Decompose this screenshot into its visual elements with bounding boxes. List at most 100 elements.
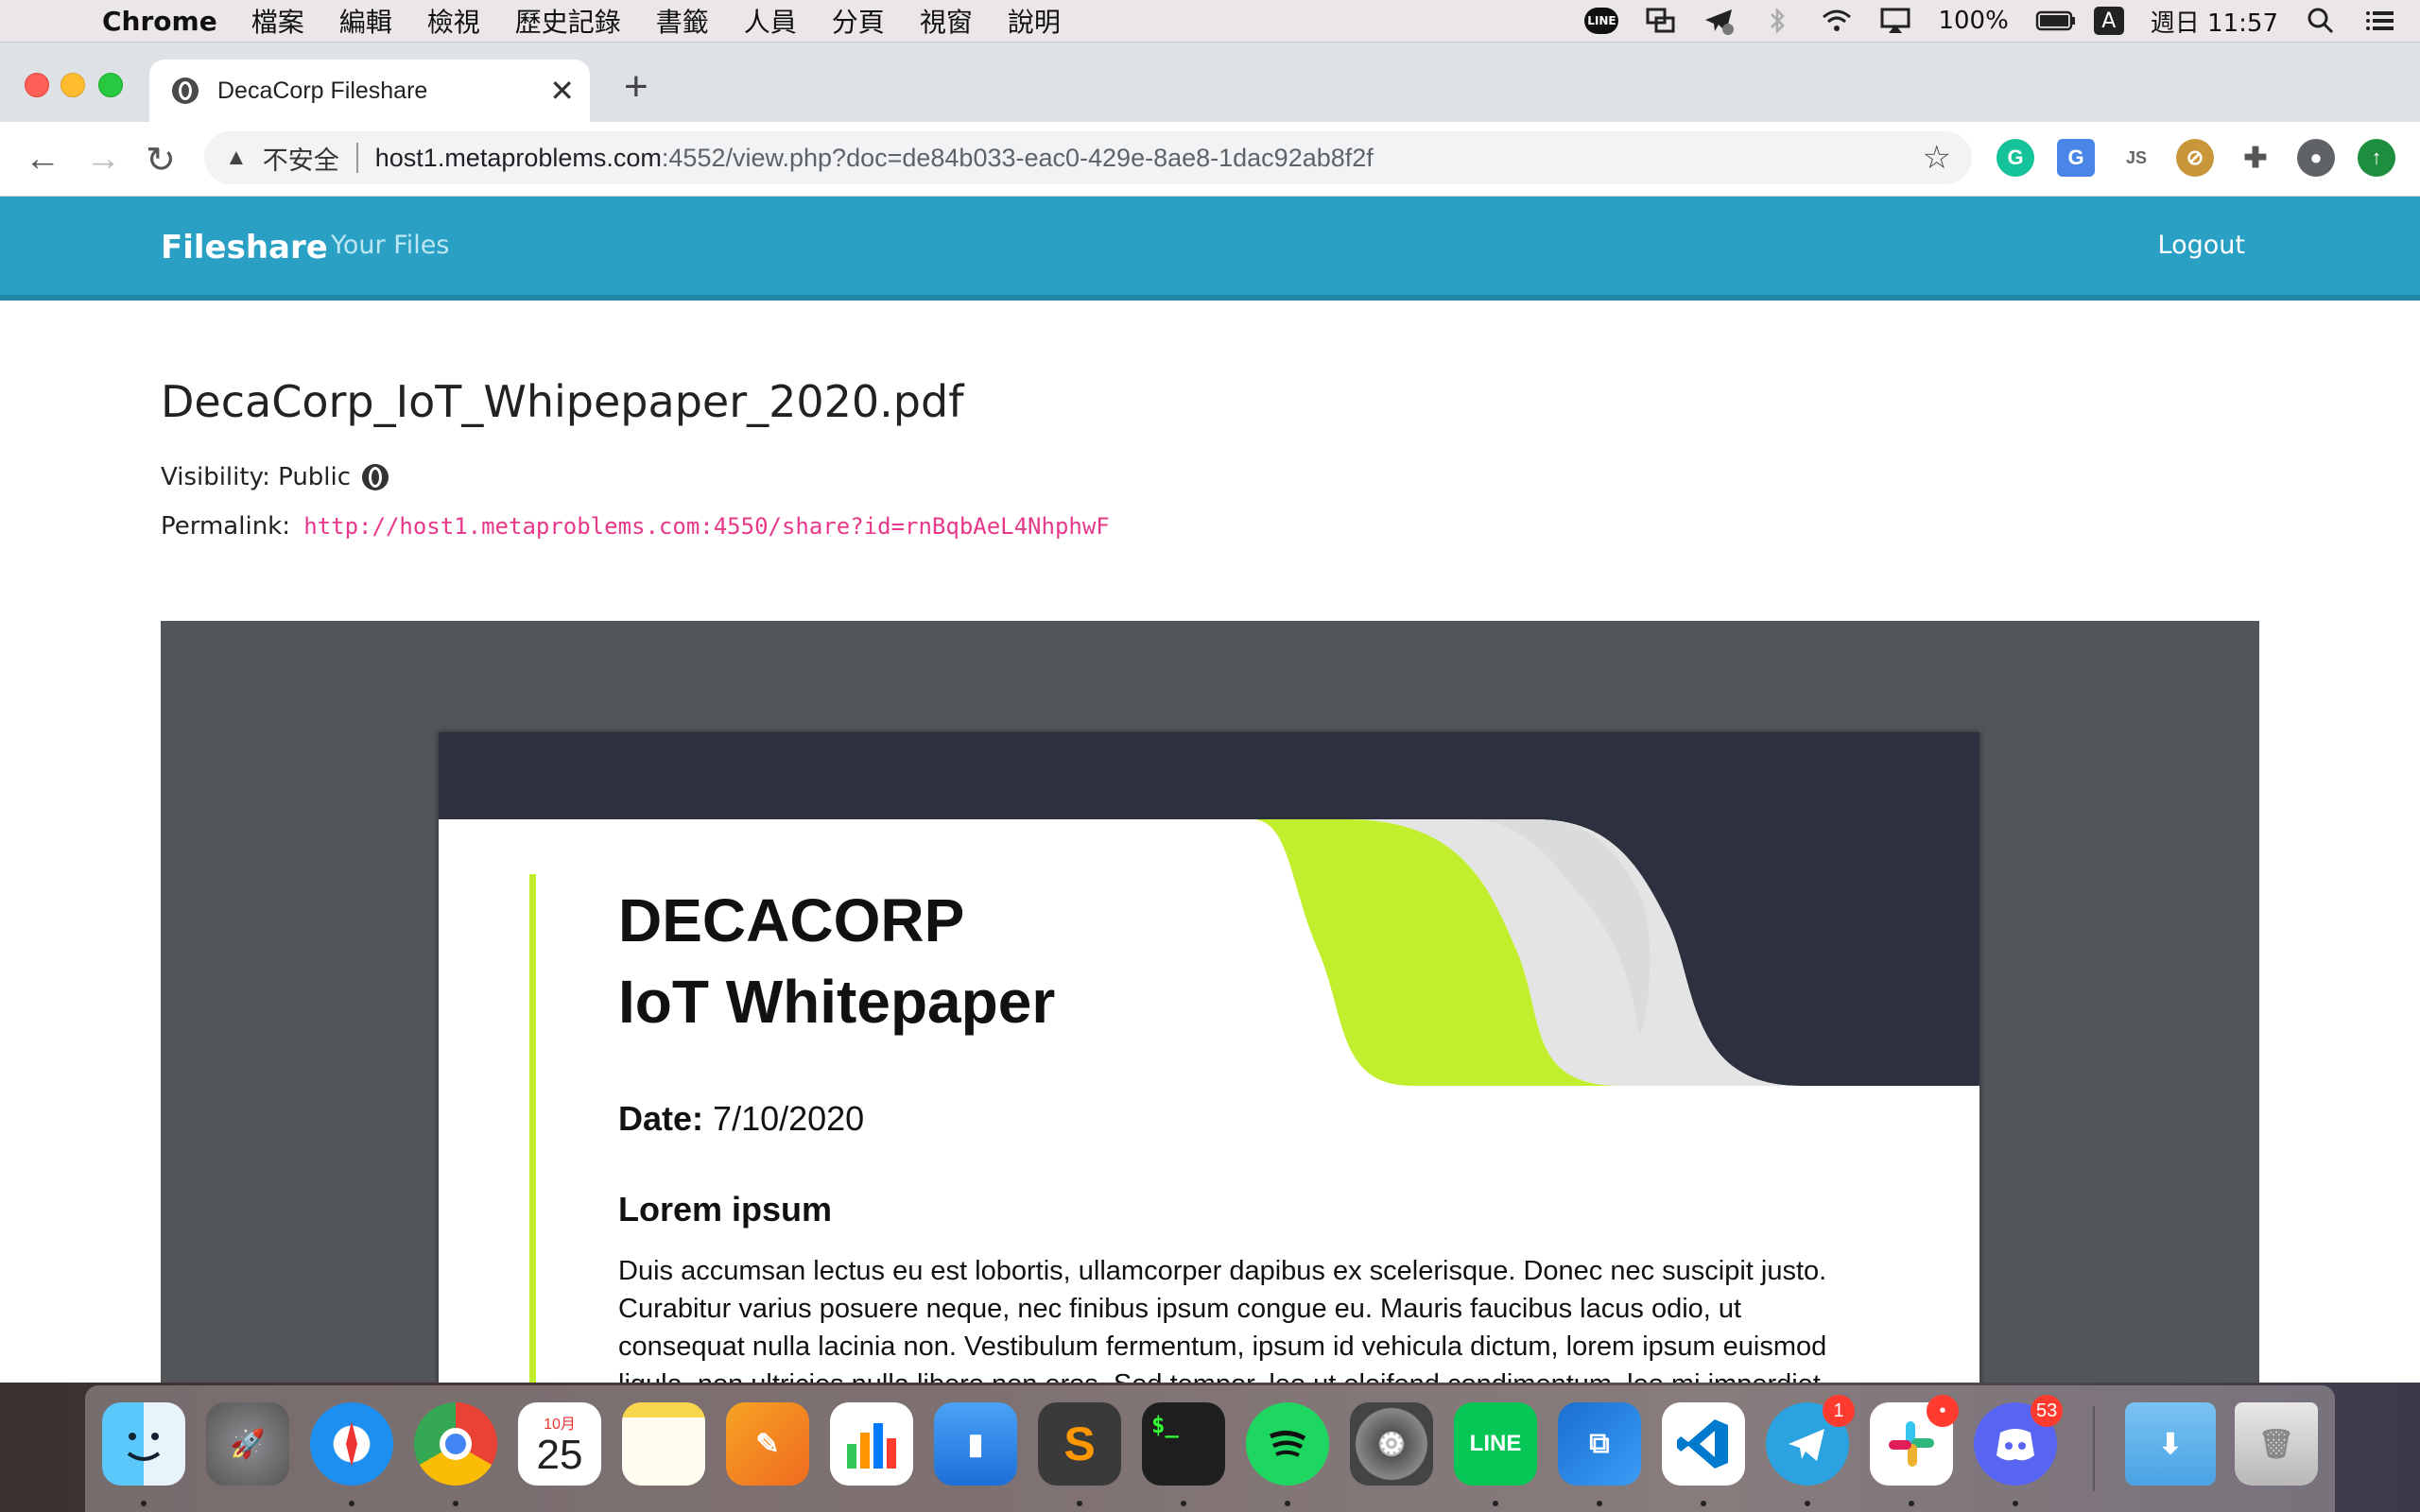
close-window-button[interactable] (25, 73, 49, 97)
nav-your-files[interactable]: Your Files (331, 231, 449, 260)
url-path: :4552/view.php?doc=de84b033-eac0-429e-8a… (661, 143, 1374, 172)
profile-icon[interactable]: ● (2297, 139, 2335, 177)
terminal-icon[interactable]: $_ (1142, 1402, 1225, 1486)
wifi-icon[interactable] (1821, 7, 1853, 35)
sublime-text-icon[interactable]: S (1038, 1402, 1121, 1486)
calendar-day: 25 (536, 1432, 583, 1478)
close-tab-icon[interactable]: ✕ (549, 73, 575, 109)
menu-help[interactable]: 說明 (1008, 2, 1061, 40)
warning-icon[interactable]: ▲ (225, 145, 248, 171)
globe-icon (362, 464, 389, 490)
menu-history[interactable]: 歷史記錄 (515, 2, 621, 40)
minimize-window-button[interactable] (60, 73, 85, 97)
forward-icon[interactable]: → (85, 139, 121, 180)
address-bar[interactable]: ▲ 不安全 host1.metaproblems.com:4552/view.p… (204, 131, 1972, 184)
pdf-body-text: Duis accumsan lectus eu est lobortis, ul… (618, 1256, 1827, 1383)
js-icon[interactable]: JS (2118, 139, 2155, 177)
finder-icon[interactable] (102, 1402, 185, 1486)
tab-decacorp-fileshare[interactable]: DecaCorp Fileshare ✕ (149, 60, 590, 122)
line-running-dot (1493, 1501, 1498, 1506)
downloads-folder-icon[interactable]: ⬇ (2125, 1402, 2216, 1486)
back-icon[interactable]: ← (25, 139, 60, 180)
discord-badge: 53 (2031, 1395, 2064, 1427)
pdf-date: Date: 7/10/2020 (618, 1099, 864, 1139)
battery-percent: 100% (1938, 7, 2009, 35)
calendar-icon[interactable]: 10月 25 (518, 1402, 601, 1486)
reload-icon[interactable]: ↻ (146, 139, 176, 181)
logout-link[interactable]: Logout (2158, 231, 2245, 260)
system-preferences-icon[interactable]: ⚙ (1350, 1402, 1433, 1486)
pdf-accent-line (529, 874, 536, 1383)
new-tab-button[interactable]: + (624, 63, 648, 111)
input-source-icon[interactable]: A (2093, 7, 2124, 35)
menu-window[interactable]: 視窗 (920, 2, 973, 40)
tab-strip: DecaCorp Fileshare ✕ + (0, 43, 2420, 122)
pdf-date-label: Date: (618, 1099, 704, 1138)
numbers-icon[interactable] (830, 1402, 913, 1486)
grammarly-icon[interactable]: G (1996, 139, 2034, 177)
line-icon[interactable]: LINE (1584, 8, 1619, 34)
dock-separator (2093, 1406, 2095, 1491)
bluetooth-icon[interactable] (1762, 7, 1794, 35)
address-divider (355, 143, 358, 173)
chrome-icon[interactable] (414, 1402, 497, 1486)
vscode-icon[interactable] (1662, 1402, 1745, 1486)
notes-icon[interactable] (622, 1402, 705, 1486)
vmware-running-dot (1597, 1501, 1602, 1506)
spotify-icon[interactable] (1246, 1402, 1329, 1486)
menu-app-name[interactable]: Chrome (102, 6, 217, 37)
slack-running-dot (1909, 1501, 1914, 1506)
menu-clock[interactable]: 週日 11:57 (2151, 4, 2278, 39)
permalink-row: Permalink: http://host1.metaproblems.com… (161, 512, 1110, 541)
menu-tab[interactable]: 分頁 (832, 2, 885, 40)
brand-link[interactable]: Fileshare (161, 229, 328, 266)
screen-share-icon[interactable] (1645, 7, 1677, 35)
control-center-icon[interactable] (2363, 7, 2395, 35)
discord-running-dot (2013, 1501, 2018, 1506)
telegram-running-dot (1805, 1501, 1810, 1506)
visibility-label: Visibility: Public (161, 463, 352, 491)
calendar-month: 10月 (544, 1417, 576, 1433)
google-translate-icon[interactable]: G (2057, 139, 2095, 177)
pdf-title: IoT Whitepaper (618, 968, 1056, 1036)
puzzle-icon[interactable]: ✚ (2237, 139, 2274, 177)
battery-icon[interactable] (2035, 7, 2075, 35)
status-area: LINE 100% A 週日 11:57 (1584, 0, 2395, 42)
menu-file[interactable]: 檔案 (251, 2, 304, 40)
maximize-window-button[interactable] (98, 73, 123, 97)
menu-edit[interactable]: 編輯 (339, 2, 392, 40)
keynote-icon[interactable]: ▮ (934, 1402, 1017, 1486)
site-navbar: Fileshare Your Files Logout (0, 197, 2420, 301)
update-icon[interactable]: ↑ (2358, 139, 2395, 177)
menu-bookmarks[interactable]: 書籤 (656, 2, 709, 40)
vscode-running-dot (1701, 1501, 1706, 1506)
spotlight-icon[interactable] (2305, 7, 2337, 35)
line-app-icon[interactable]: LINE (1454, 1402, 1537, 1486)
document-title: DecaCorp_IoT_Whipepaper_2020.pdf (161, 376, 964, 427)
tab-title: DecaCorp Fileshare (217, 77, 428, 104)
visibility-row: Visibility: Public (161, 463, 389, 491)
menu-bar: Chrome 檔案 編輯 檢視 歷史記錄 書籤 人員 分頁 視窗 說明 LINE… (0, 0, 2420, 43)
permalink-link[interactable]: http://host1.metaproblems.com:4550/share… (303, 513, 1110, 540)
airplay-icon[interactable] (1879, 7, 1911, 35)
pdf-page: DECACORP IoT Whitepaper Date: 7/10/2020 … (439, 732, 1979, 1383)
telegram-status-icon[interactable] (1703, 7, 1736, 35)
vmware-icon[interactable]: ⧉ (1558, 1402, 1641, 1486)
extension-disabled-icon[interactable]: ⊘ (2176, 139, 2214, 177)
globe-favicon-icon (172, 77, 199, 104)
trash-icon[interactable]: 🗑 (2235, 1402, 2318, 1486)
url-host: host1.metaproblems.com (374, 143, 662, 172)
safari-running-dot (349, 1501, 354, 1506)
finder-running-dot (141, 1501, 147, 1506)
bookmark-star-icon[interactable]: ☆ (1923, 139, 1951, 177)
insecure-label[interactable]: 不安全 (263, 140, 339, 177)
spotify-running-dot (1285, 1501, 1290, 1506)
safari-icon[interactable] (310, 1402, 393, 1486)
pages-icon[interactable]: ✎ (726, 1402, 809, 1486)
pdf-section-heading: Lorem ipsum (618, 1190, 833, 1228)
menu-view[interactable]: 檢視 (427, 2, 480, 40)
menu-people[interactable]: 人員 (744, 2, 797, 40)
pdf-viewer[interactable]: DECACORP IoT Whitepaper Date: 7/10/2020 … (161, 621, 2259, 1383)
launchpad-icon[interactable]: 🚀 (206, 1402, 289, 1486)
browser-window: DecaCorp Fileshare ✕ + ← → ↻ ▲ 不安全 host1… (0, 43, 2420, 1383)
